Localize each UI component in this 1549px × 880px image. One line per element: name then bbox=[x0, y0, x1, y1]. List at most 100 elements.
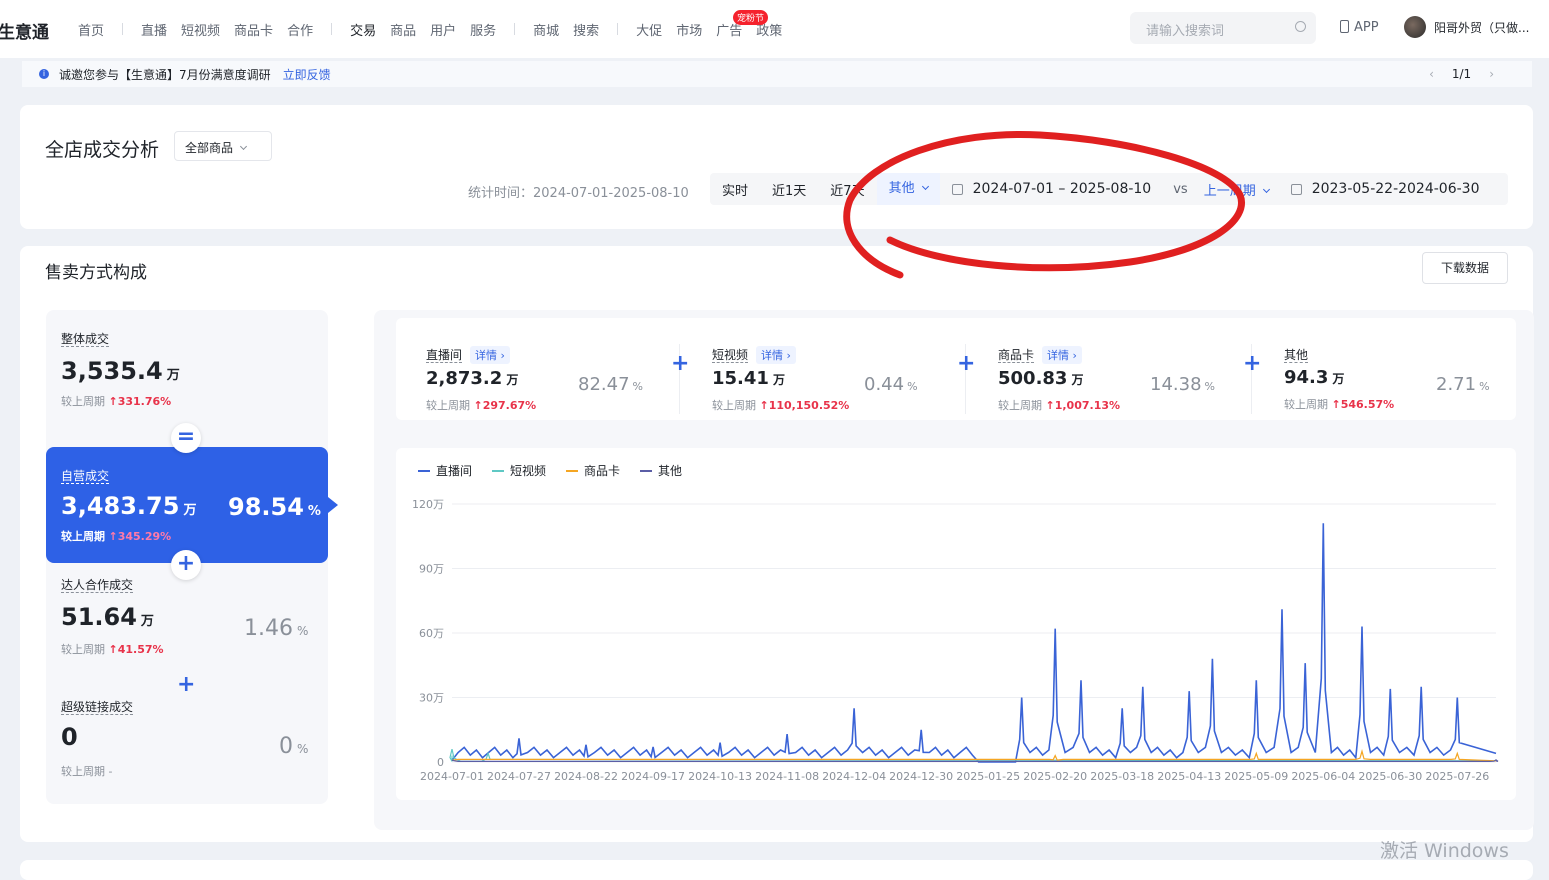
x-tick-label: 2025-01-25 bbox=[956, 770, 1020, 783]
product-select-value: 全部商品 bbox=[185, 141, 234, 155]
superlink-block: 超级链接成交 0 较上周期 - bbox=[61, 696, 134, 779]
y-tick-label: 30万 bbox=[419, 692, 444, 705]
kpi-pct-unit: % bbox=[1479, 380, 1490, 393]
kpi-pct-value: 14.38 bbox=[1150, 374, 1202, 395]
self-label[interactable]: 自营成交 bbox=[61, 469, 110, 484]
tab-other-label: 其他 bbox=[888, 181, 915, 196]
creator-value: 51.64 bbox=[61, 603, 137, 631]
self-pct-unit: % bbox=[307, 504, 321, 519]
x-tick-label: 2025-02-20 bbox=[1023, 770, 1087, 783]
kpi-label[interactable]: 直播间 bbox=[426, 348, 463, 363]
kpi-pct-unit: % bbox=[632, 380, 643, 393]
nav-separator bbox=[122, 23, 124, 35]
kpi-value: 94.3 bbox=[1284, 367, 1329, 388]
kpi-short-video: 短视频 详情 › 15.41 万 较上周期 ↑110,150.52% 0.44% bbox=[712, 344, 952, 413]
kpi-value: 15.41 bbox=[712, 368, 769, 389]
kpi-detail-link[interactable]: 详情 › bbox=[470, 346, 510, 364]
avatar bbox=[1404, 16, 1426, 38]
kpi-pct-value: 2.71 bbox=[1436, 374, 1477, 395]
kpi-unit: 万 bbox=[506, 373, 519, 387]
compare-range-picker[interactable]: 2023-05-22-2024-06-30 bbox=[1312, 181, 1480, 197]
y-tick-label: 120万 bbox=[412, 498, 444, 511]
notice-text: 诚邀您参与【生意通】7月份满意度调研 bbox=[59, 67, 271, 82]
nav-item[interactable]: 商品 bbox=[390, 20, 416, 39]
kpi-pct: 0.44% bbox=[864, 374, 918, 395]
kpi-detail-link[interactable]: 详情 › bbox=[756, 346, 796, 364]
app-download-link[interactable]: APP bbox=[1340, 20, 1379, 35]
nav-menu: 首页 直播 短视频 商品卡 合作 交易 商品 用户 服务 商城 搜索 大促 市场 广告 政策 bbox=[78, 0, 796, 58]
next-arrow-icon[interactable]: › bbox=[1489, 67, 1494, 81]
creator-pct-value: 1.46 bbox=[244, 616, 293, 641]
chevron-down-icon bbox=[239, 142, 248, 151]
nav-item[interactable]: 商品卡 bbox=[234, 20, 273, 39]
kpi-cmp-label: 较上周期 bbox=[998, 399, 1042, 412]
self-value: 3,483.75 bbox=[61, 492, 180, 520]
x-tick-label: 2025-05-09 bbox=[1224, 770, 1288, 783]
chevron-down-icon bbox=[921, 182, 929, 191]
superlink-pct-value: 0 bbox=[279, 734, 293, 759]
nav-item[interactable]: 用户 bbox=[430, 20, 456, 39]
self-operated-block[interactable]: 自营成交 3,483.75 万 较上周期 ↑345.29% 98.54% bbox=[46, 447, 338, 563]
app-label: APP bbox=[1354, 20, 1379, 35]
channel-detail-panel: 直播间 详情 › 2,873.2 万 较上周期 ↑297.67% 82.47% + … bbox=[374, 310, 1534, 830]
creator-pct: 1.46% bbox=[244, 616, 308, 641]
kpi-pct-value: 82.47 bbox=[578, 374, 630, 395]
kpi-label[interactable]: 商品卡 bbox=[998, 348, 1035, 363]
superlink-label[interactable]: 超级链接成交 bbox=[61, 700, 134, 715]
search-icon[interactable] bbox=[1295, 21, 1306, 32]
prev-arrow-icon[interactable]: ‹ bbox=[1429, 67, 1434, 81]
kpi-unit: 万 bbox=[772, 373, 785, 387]
nav-item[interactable]: 商城 bbox=[533, 20, 559, 39]
nav-item[interactable]: 大促 bbox=[636, 20, 662, 39]
tab-1day[interactable]: 近1天 bbox=[760, 180, 818, 199]
search-input[interactable]: 请输入搜索词 bbox=[1130, 12, 1316, 44]
superlink-pct: 0% bbox=[279, 734, 308, 759]
plus-icon: + bbox=[957, 351, 976, 376]
date-range-picker[interactable]: 2024-07-01 – 2025-08-10 bbox=[973, 181, 1152, 197]
kpi-unit: 万 bbox=[1332, 372, 1345, 386]
product-select[interactable]: 全部商品 bbox=[174, 131, 272, 161]
x-tick-label: 2024-11-08 bbox=[755, 770, 819, 783]
nav-item[interactable]: 市场 bbox=[676, 20, 702, 39]
nav-item[interactable]: 服务 bbox=[470, 20, 496, 39]
x-tick-label: 2025-04-13 bbox=[1157, 770, 1221, 783]
download-button[interactable]: 下载数据 bbox=[1422, 252, 1508, 284]
kpi-detail-link[interactable]: 详情 › bbox=[1042, 346, 1082, 364]
kpi-product-card: 商品卡 详情 › 500.83 万 较上周期 ↑1,007.13% 14.38% bbox=[998, 344, 1238, 413]
superlink-value: 0 bbox=[61, 723, 78, 751]
chevron-down-icon bbox=[1262, 185, 1270, 193]
x-tick-label: 2025-06-30 bbox=[1358, 770, 1422, 783]
nav-item[interactable]: 首页 bbox=[78, 20, 104, 39]
plus-icon: + bbox=[177, 672, 196, 697]
nav-item[interactable]: 直播 bbox=[141, 20, 167, 39]
creator-pct-unit: % bbox=[296, 624, 309, 638]
nav-item[interactable]: 交易 bbox=[350, 20, 376, 39]
kpi-label[interactable]: 短视频 bbox=[712, 348, 749, 363]
kpi-label[interactable]: 其他 bbox=[1284, 348, 1309, 363]
x-tick-label: 2024-10-13 bbox=[688, 770, 752, 783]
search-placeholder: 请输入搜索词 bbox=[1146, 24, 1225, 39]
date-tabs: 实时 近1天 近7天 其他 2024-07-01 – 2025-08-10 vs… bbox=[710, 173, 1508, 205]
nav-item[interactable]: 搜索 bbox=[573, 20, 599, 39]
total-label[interactable]: 整体成交 bbox=[61, 332, 110, 347]
compare-period-select[interactable]: 上一周期 bbox=[1203, 180, 1270, 199]
tab-7day[interactable]: 近7天 bbox=[818, 180, 876, 199]
creator-label[interactable]: 达人合作成交 bbox=[61, 578, 134, 593]
kpi-cmp: ↑297.67% bbox=[473, 399, 537, 412]
total-cmp: ↑331.76% bbox=[108, 395, 172, 408]
kpi-cmp: ↑546.57% bbox=[1331, 398, 1395, 411]
chart-canvas: 030万60万90万120万2024-07-01 2024-07-27 2024-0… bbox=[412, 498, 1499, 783]
nav-item[interactable]: 短视频 bbox=[181, 20, 220, 39]
section-title: 售卖方式构成 bbox=[45, 263, 147, 283]
user-menu[interactable]: 阳哥外贸（只做... bbox=[1404, 16, 1529, 38]
page-title: 全店成交分析 bbox=[45, 139, 160, 161]
nav-item[interactable]: 合作 bbox=[287, 20, 313, 39]
feedback-link[interactable]: 立即反馈 bbox=[283, 66, 331, 83]
tab-other[interactable]: 其他 bbox=[876, 173, 940, 205]
tab-realtime[interactable]: 实时 bbox=[710, 180, 760, 199]
total-value: 3,535.4 bbox=[61, 357, 163, 385]
kpi-pct: 82.47% bbox=[578, 374, 643, 395]
compare-period-label: 上一周期 bbox=[1203, 183, 1256, 199]
kpi-cmp-label: 较上周期 bbox=[712, 399, 756, 412]
trend-chart[interactable]: 直播间 短视频 商品卡 其他 0 30万 60万 90万 120万 2024-07-01 2… bbox=[396, 448, 1516, 800]
